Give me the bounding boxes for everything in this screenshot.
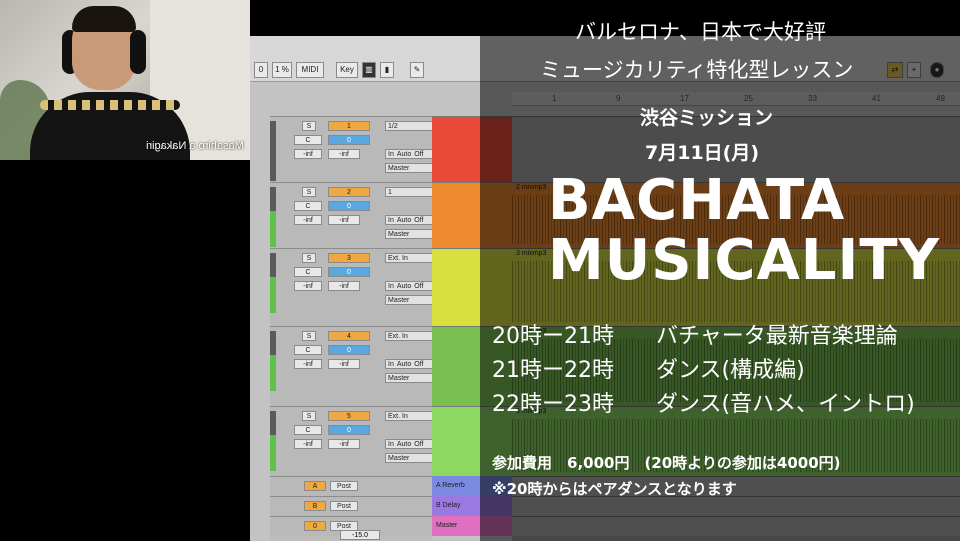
peak-left: -inf <box>294 359 322 369</box>
pair-dance-note: ※20時からはペアダンスとなります <box>492 480 737 498</box>
schedule-time: 21時ー22時 <box>492 358 614 383</box>
schedule-time: 22時ー23時 <box>492 392 614 417</box>
webcam-shirt-stripe <box>40 100 180 110</box>
pan-value[interactable]: C <box>294 345 322 355</box>
post-button[interactable]: Post <box>330 501 358 511</box>
volume-field[interactable]: 0 <box>328 267 370 277</box>
title-line-2: MUSICALITY <box>548 228 941 293</box>
webcam-person-hair <box>72 6 136 32</box>
peak-right: -inf <box>328 359 360 369</box>
level-meter <box>270 253 276 313</box>
schedule-topic: ダンス(構成編) <box>656 358 805 383</box>
s-button[interactable]: S <box>302 187 316 197</box>
post-button[interactable]: Post <box>330 481 358 491</box>
monitor-auto-button[interactable]: Auto <box>397 361 411 368</box>
monitor-in-button[interactable]: In <box>388 361 394 368</box>
webcam-video: Masahiro a Nakagiri <box>0 0 250 160</box>
mixer-section: S 1 C 0 -inf -inf 1/2 In Auto Off Master S 2 C 0 -inf -i… <box>270 116 447 541</box>
peak-left: -inf <box>294 149 322 159</box>
peak-right: -inf <box>328 215 360 225</box>
webcam-participant-name: Masahiro a Nakagiri <box>146 140 244 152</box>
o-button[interactable]: 0 <box>254 62 268 78</box>
peak-right: -inf <box>328 149 360 159</box>
monitor-auto-button[interactable]: Auto <box>397 151 411 158</box>
key-button[interactable]: Key <box>336 62 358 78</box>
volume-field[interactable]: 0 <box>328 425 370 435</box>
mixer-channel: S 2 C 0 -inf -inf 1 In Auto Off Master <box>270 182 447 248</box>
monitor-off-button[interactable]: Off <box>414 217 423 224</box>
monitor-off-button[interactable]: Off <box>414 151 423 158</box>
level-meter <box>270 121 276 181</box>
monitor-in-button[interactable]: In <box>388 151 394 158</box>
schedule-topic: ダンス(音ハメ、イントロ) <box>656 392 915 417</box>
headphone-right <box>130 30 146 74</box>
return-letter[interactable]: 0 <box>304 521 326 531</box>
schedule-row: 20時ー21時 バチャータ最新音楽理論 <box>492 318 898 350</box>
peak-left: -inf <box>294 439 322 449</box>
schedule-row: 22時ー23時 ダンス(音ハメ、イントロ) <box>492 386 915 418</box>
monitor-auto-button[interactable]: Auto <box>397 217 411 224</box>
schedule-row: 21時ー22時 ダンス(構成編) <box>492 352 805 384</box>
pan-value[interactable]: C <box>294 425 322 435</box>
track-activator-number[interactable]: 1 <box>328 121 370 131</box>
pan-value[interactable]: C <box>294 267 322 277</box>
return-channel: A Post <box>270 476 432 496</box>
percent-button[interactable]: 1 % <box>272 62 292 78</box>
schedule-topic: バチャータ最新音楽理論 <box>656 324 898 349</box>
monitor-auto-button[interactable]: Auto <box>397 441 411 448</box>
peak-left: -inf <box>294 281 322 291</box>
s-button[interactable]: S <box>302 331 316 341</box>
level-meter <box>270 411 276 471</box>
monitor-in-button[interactable]: In <box>388 217 394 224</box>
midi-button[interactable]: MIDI <box>296 62 324 78</box>
monitor-off-button[interactable]: Off <box>414 441 423 448</box>
level-meter <box>270 187 276 247</box>
monitor-off-button[interactable]: Off <box>414 283 423 290</box>
s-button[interactable]: S <box>302 121 316 131</box>
master-volume[interactable]: -15.0 <box>340 530 380 540</box>
return-letter[interactable]: B <box>304 501 326 511</box>
track-activator-number[interactable]: 5 <box>328 411 370 421</box>
mixer-channel: S 3 C 0 -inf -inf Ext. In In Auto Off Master <box>270 248 447 326</box>
event-date: 7月11日(月) <box>645 142 760 164</box>
s-button[interactable]: S <box>302 411 316 421</box>
volume-field[interactable]: 0 <box>328 201 370 211</box>
peak-right: -inf <box>328 439 360 449</box>
subtitle-line-1: バルセロナ、日本で大好評 <box>575 20 826 44</box>
volume-field[interactable]: 0 <box>328 345 370 355</box>
track-activator-number[interactable]: 4 <box>328 331 370 341</box>
monitor-auto-button[interactable]: Auto <box>397 283 411 290</box>
peak-left: -inf <box>294 215 322 225</box>
mixer-channel: S 5 C 0 -inf -inf Ext. In In Auto Off Master <box>270 406 447 476</box>
monitor-in-button[interactable]: In <box>388 441 394 448</box>
piano-icon[interactable]: ▥ <box>362 62 376 78</box>
mixer-channel: S 4 C 0 -inf -inf Ext. In In Auto Off Master <box>270 326 447 406</box>
mixer-channel: S 1 C 0 -inf -inf 1/2 In Auto Off Master <box>270 116 447 182</box>
title-line-1: BACHATA <box>548 168 846 233</box>
monitor-in-button[interactable]: In <box>388 283 394 290</box>
participation-fee: 参加費用 6,000円 (20時よりの参加は4000円) <box>492 454 841 472</box>
level-meter <box>270 331 276 391</box>
schedule-time: 20時ー21時 <box>492 324 614 349</box>
draw-mode-icon[interactable]: ✎ <box>410 62 424 78</box>
volume-field[interactable]: 0 <box>328 135 370 145</box>
s-button[interactable]: S <box>302 253 316 263</box>
event-location: 渋谷ミッション <box>640 107 774 129</box>
pan-value[interactable]: C <box>294 201 322 211</box>
track-activator-number[interactable]: 2 <box>328 187 370 197</box>
cpu-meter-icon: ▮ <box>380 62 394 78</box>
subtitle-line-2: ミュージカリティ特化型レッスン <box>540 58 854 82</box>
return-channel: B Post <box>270 496 432 516</box>
return-letter[interactable]: A <box>304 481 326 491</box>
track-activator-number[interactable]: 3 <box>328 253 370 263</box>
peak-right: -inf <box>328 281 360 291</box>
monitor-off-button[interactable]: Off <box>414 361 423 368</box>
pan-value[interactable]: C <box>294 135 322 145</box>
